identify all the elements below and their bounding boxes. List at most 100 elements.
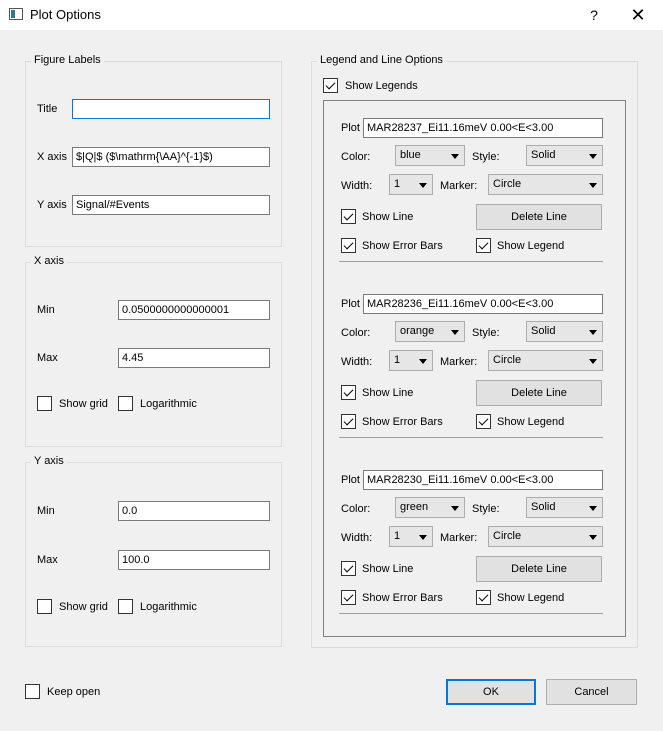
plot-name-input[interactable]: MAR28236_Ei11.16meV 0.00<E<3.00 [363,294,603,314]
chevron-down-icon [589,359,597,364]
xaxis-label-input[interactable]: $|Q|$ ($\mathrm{\AA}^{-1}$) [72,147,270,167]
marker-select[interactable]: Circle [488,350,603,371]
show-legends-checkbox[interactable] [323,78,338,93]
chevron-down-icon [451,330,459,335]
x-min-label: Min [37,304,55,316]
keep-open-label: Keep open [47,686,101,698]
show-legend-checkbox[interactable] [476,238,491,253]
chevron-down-icon [451,506,459,511]
x-logarithmic-checkbox[interactable] [118,396,133,411]
style-select[interactable]: Solid [526,321,603,342]
style-label: Style: [472,151,500,163]
chevron-down-icon [451,154,459,159]
y-max-input[interactable]: 100.0 [118,550,270,570]
xaxis-label: X axis [37,151,67,163]
x-max-input[interactable]: 4.45 [118,348,270,368]
line-separator [339,261,603,262]
style-select[interactable]: Solid [526,145,603,166]
help-icon[interactable]: ? [584,5,604,25]
y-axis-title: Y axis [31,455,67,467]
width-label: Width: [341,532,373,544]
keep-open-checkbox[interactable] [25,684,40,699]
x-show-grid-checkbox[interactable] [37,396,52,411]
x-max-label: Max [37,352,58,364]
show-error-bars-checkbox[interactable] [341,238,356,253]
app-icon [9,8,23,20]
y-min-label: Min [37,505,55,517]
close-icon[interactable]: ✕ [626,4,650,26]
yaxis-label: Y axis [37,199,67,211]
show-legend-label: Show Legend [497,416,565,428]
show-error-bars-checkbox[interactable] [341,414,356,429]
title-label: Title [37,103,58,115]
show-error-bars-label: Show Error Bars [362,592,443,604]
marker-select[interactable]: Circle [488,526,603,547]
color-select[interactable]: blue [395,145,465,166]
width-select-value: 1 [394,530,401,542]
style-select-value: Solid [531,325,556,337]
color-select-value: blue [400,149,421,161]
x-show-grid-label: Show grid [59,398,108,410]
marker-select-value: Circle [493,530,522,542]
color-label: Color: [341,327,371,339]
show-line-label: Show Line [362,211,414,223]
color-select[interactable]: orange [395,321,465,342]
width-select[interactable]: 1 [389,174,433,195]
x-logarithmic-label: Logarithmic [140,398,197,410]
plot-label: Plot [341,298,360,310]
y-show-grid-checkbox[interactable] [37,599,52,614]
marker-select-value: Circle [493,178,522,190]
show-line-checkbox[interactable] [341,209,356,224]
show-error-bars-checkbox[interactable] [341,590,356,605]
style-label: Style: [472,327,500,339]
width-select[interactable]: 1 [389,526,433,547]
show-line-label: Show Line [362,387,414,399]
yaxis-label-input[interactable]: Signal/#Events [72,195,270,215]
show-legend-label: Show Legend [497,240,565,252]
show-legend-checkbox[interactable] [476,414,491,429]
color-label: Color: [341,151,371,163]
plot-name-input[interactable]: MAR28237_Ei11.16meV 0.00<E<3.00 [363,118,603,138]
y-min-input[interactable]: 0.0 [118,501,270,521]
x-axis-title: X axis [31,255,67,267]
delete-line-button[interactable]: Delete Line [476,556,602,582]
color-select-value: orange [400,325,435,337]
chevron-down-icon [589,154,597,159]
color-select-value: green [400,501,429,513]
y-show-grid-label: Show grid [59,601,108,613]
delete-line-button[interactable]: Delete Line [476,380,602,406]
ok-button[interactable]: OK [446,679,536,705]
color-label: Color: [341,503,371,515]
line-separator [339,613,603,614]
title-input[interactable] [72,99,270,119]
line-separator [339,437,603,438]
legend-line-options-title: Legend and Line Options [317,54,446,66]
style-select-value: Solid [531,149,556,161]
show-legend-label: Show Legend [497,592,565,604]
marker-label: Marker: [440,180,478,192]
show-legend-checkbox[interactable] [476,590,491,605]
show-line-checkbox[interactable] [341,561,356,576]
width-label: Width: [341,180,373,192]
chevron-down-icon [589,535,597,540]
plot-label: Plot [341,122,360,134]
style-select[interactable]: Solid [526,497,603,518]
cancel-button[interactable]: Cancel [546,679,637,705]
chevron-down-icon [419,183,427,188]
delete-line-button[interactable]: Delete Line [476,204,602,230]
x-min-input[interactable]: 0.0500000000000001 [118,300,270,320]
y-logarithmic-checkbox[interactable] [118,599,133,614]
show-line-checkbox[interactable] [341,385,356,400]
figure-labels-title: Figure Labels [31,54,104,66]
chevron-down-icon [419,535,427,540]
window-title: Plot Options [30,7,101,22]
show-error-bars-label: Show Error Bars [362,416,443,428]
style-label: Style: [472,503,500,515]
width-select[interactable]: 1 [389,350,433,371]
color-select[interactable]: green [395,497,465,518]
chevron-down-icon [589,506,597,511]
plot-name-input[interactable]: MAR28230_Ei11.16meV 0.00<E<3.00 [363,470,603,490]
marker-select[interactable]: Circle [488,174,603,195]
width-label: Width: [341,356,373,368]
width-select-value: 1 [394,178,401,190]
